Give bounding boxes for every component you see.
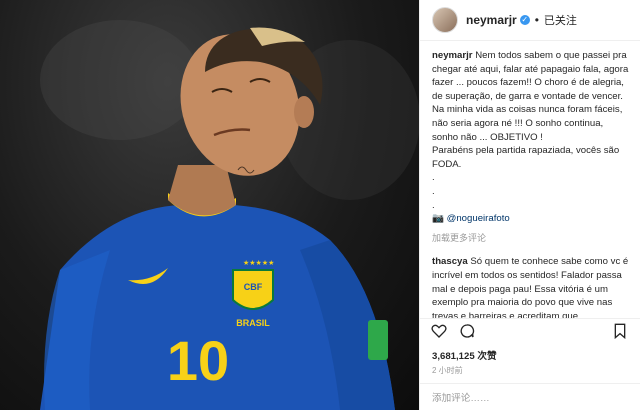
comment-username[interactable]: thascya <box>432 256 468 267</box>
separator-dot: • <box>534 13 539 27</box>
post-photo[interactable]: CBF ★★★★★ BRASIL 10 <box>0 0 419 410</box>
avatar[interactable] <box>432 7 458 33</box>
post-sidebar: neymarjr ✓ • 已关注 neymarjr Nem todos sabe… <box>419 0 640 410</box>
post-time[interactable]: 2 小时前 <box>432 365 463 376</box>
add-comment-input[interactable]: 添加评论…… <box>420 383 640 410</box>
svg-text:★★★★★: ★★★★★ <box>243 259 274 267</box>
caption: neymarjr Nem todos sabem o que passei pr… <box>432 49 630 226</box>
caption-line: Na minha vida as coisas nunca foram fáce… <box>432 104 623 143</box>
comment-icon[interactable] <box>458 322 476 340</box>
caption-line: . <box>432 199 435 211</box>
comments-area[interactable]: neymarjr Nem todos sabem o que passei pr… <box>420 41 640 319</box>
post-header: neymarjr ✓ • 已关注 <box>420 0 640 41</box>
bg-blur <box>40 20 200 140</box>
photographer-mention[interactable]: 📷 @nogueirafoto <box>432 212 630 226</box>
jersey-number: 10 <box>167 329 229 392</box>
bookmark-icon[interactable] <box>611 322 629 340</box>
sleeve-patch <box>368 320 388 360</box>
comment: thascya Só quem te conhece sabe como vc … <box>432 255 630 319</box>
action-bar <box>420 318 640 342</box>
following-button[interactable]: 已关注 <box>544 12 577 28</box>
caption-line: Parabéns pela partida rapaziada, vocês s… <box>432 145 620 170</box>
heart-icon[interactable] <box>430 322 448 340</box>
svg-text:CBF: CBF <box>244 282 263 292</box>
likes-count[interactable]: 3,681,125 次赞 <box>432 348 497 362</box>
verified-badge-icon: ✓ <box>519 15 530 25</box>
caption-line: . <box>432 185 435 197</box>
load-more-comments[interactable]: 加载更多评论 <box>432 232 630 246</box>
caption-username[interactable]: neymarjr <box>432 50 473 61</box>
jersey-brand: BRASIL <box>236 318 270 328</box>
username-link[interactable]: neymarjr <box>466 13 517 27</box>
ear <box>294 96 314 128</box>
caption-line: . <box>432 172 435 184</box>
photo-illustration: CBF ★★★★★ BRASIL 10 <box>40 20 419 410</box>
instagram-post: CBF ★★★★★ BRASIL 10 neymarjr ✓ • 已关注 ney… <box>0 0 640 410</box>
